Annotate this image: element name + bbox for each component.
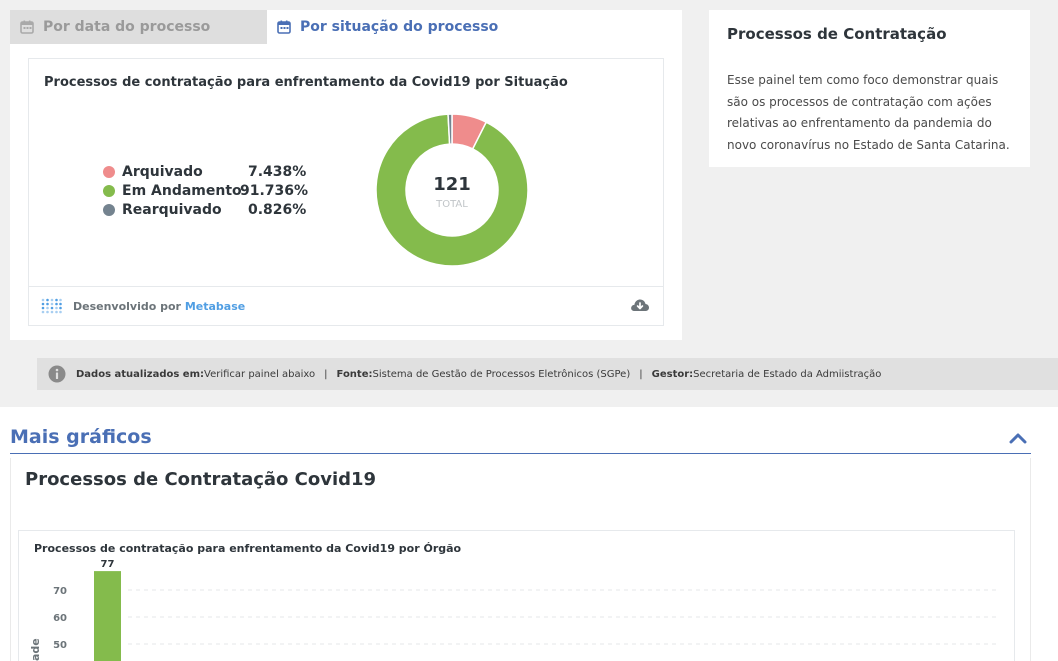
manager-value: Secretaria de Estado da Admiistração <box>693 368 882 380</box>
legend-percent: 7.438% <box>248 163 307 180</box>
metabase-logo-icon[interactable] <box>41 298 62 315</box>
calendar-icon <box>20 20 34 34</box>
powered-by-label: Desenvolvido por <box>73 300 185 313</box>
legend-percent: 91.736% <box>240 182 309 199</box>
card-footer-divider <box>29 286 663 287</box>
donut-total-value: 121 <box>433 174 471 195</box>
download-cloud-icon[interactable] <box>630 297 650 313</box>
bar[interactable] <box>94 571 121 661</box>
legend-item-arquivado[interactable]: Arquivado 7.438% <box>103 162 306 181</box>
legend-item-em-andamento[interactable]: Em Andamento 91.736% <box>103 181 308 200</box>
y-tick-label: 60 <box>53 613 67 624</box>
y-tick-label: 70 <box>53 586 67 597</box>
donut-total-label: TOTAL <box>435 199 468 210</box>
info-card-body: Esse painel tem como foco demonstrar qua… <box>727 73 1010 152</box>
legend-label: Arquivado <box>122 163 203 180</box>
heading-underline <box>10 453 1031 454</box>
legend-item-rearquivado[interactable]: Rearquivado 0.826% <box>103 200 306 219</box>
separator: | <box>639 368 643 380</box>
section-title: Processos de Contratação Covid19 <box>25 469 377 490</box>
updated-value: Verificar painel abaixo <box>204 368 316 380</box>
metabase-link[interactable]: Metabase <box>185 300 245 313</box>
tab-label: Por situação do processo <box>300 19 499 35</box>
info-card-title: Processos de Contratação <box>727 25 947 43</box>
more-charts-heading[interactable]: Mais gráficos <box>10 426 152 448</box>
separator: | <box>324 368 328 380</box>
source-label: Fonte: <box>336 368 373 380</box>
manager-label: Gestor: <box>651 368 694 380</box>
powered-by-text: Desenvolvido por Metabase <box>73 300 245 313</box>
tab-por-data[interactable]: Por data do processo <box>10 10 267 44</box>
donut-slice-rearquivado[interactable] <box>447 114 453 145</box>
data-source-bar: Dados atualizados em: Verificar painel a… <box>37 358 1058 390</box>
legend-dot <box>103 184 115 197</box>
donut-chart[interactable]: 121 TOTAL <box>376 114 528 266</box>
legend-label: Em Andamento <box>122 182 242 199</box>
calendar-icon <box>277 20 291 34</box>
tab-bar: Por data do processo Por situação do pro… <box>10 10 682 44</box>
donut-chart-title[interactable]: Processos de contratação para enfrentame… <box>44 75 568 90</box>
chevron-up-icon[interactable] <box>1009 432 1027 444</box>
updated-label: Dados atualizados em: <box>76 368 204 380</box>
y-axis-label: ade <box>29 638 42 661</box>
tab-por-situacao[interactable]: Por situação do processo <box>267 10 682 44</box>
tab-label: Por data do processo <box>43 19 211 35</box>
legend-percent: 0.826% <box>248 201 307 218</box>
legend-label: Rearquivado <box>122 201 222 218</box>
bar-value-label: 77 <box>101 559 115 570</box>
bar-chart[interactable]: 50 60 70 77 ade <box>18 553 1008 661</box>
source-value: Sistema de Gestão de Processos Eletrônic… <box>372 368 631 380</box>
legend-dot <box>103 165 115 178</box>
info-icon <box>48 365 66 383</box>
legend-dot <box>103 203 115 216</box>
y-tick-label: 50 <box>53 640 67 651</box>
